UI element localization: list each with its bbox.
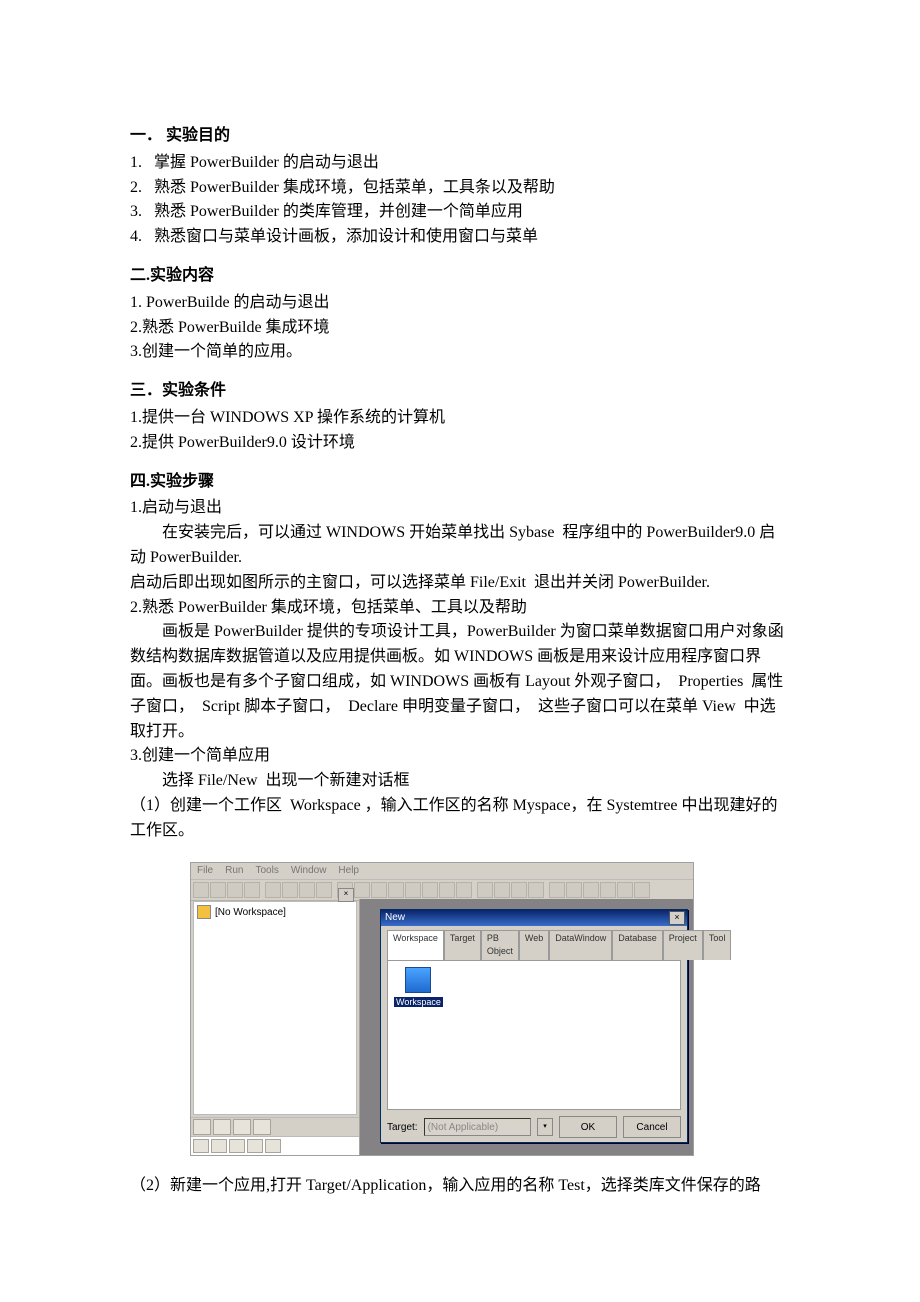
tree-tab[interactable] [233, 1119, 251, 1135]
s1-item-4: 4. 熟悉窗口与菜单设计画板，添加设计和使用窗口与菜单 [130, 225, 790, 250]
toolbar-button[interactable] [405, 882, 421, 898]
toolbar-button[interactable] [528, 882, 544, 898]
screenshot-powerbuilder: File Run Tools Window Help [190, 862, 694, 1156]
toolbar-button[interactable] [282, 882, 298, 898]
output-tab[interactable] [193, 1139, 209, 1153]
target-label: Target: [387, 1120, 418, 1136]
toolbar-button[interactable] [371, 882, 387, 898]
s4-p5: 画板是 PowerBuilder 提供的专项设计工具，PowerBuilder … [130, 620, 790, 744]
s4-p2: 在安装完后，可以通过 WINDOWS 开始菜单找出 Sybase 程序组中的 P… [130, 521, 790, 571]
dialog-target-row: Target: (Not Applicable) ▾ OK Cancel [381, 1110, 687, 1144]
tab-workspace[interactable]: Workspace [387, 930, 444, 961]
target-dropdown-button[interactable]: ▾ [537, 1118, 553, 1136]
target-field-value: (Not Applicable) [428, 1120, 499, 1136]
toolbar-button[interactable] [265, 882, 281, 898]
dialog-close-button[interactable]: × [669, 911, 685, 925]
s2-item-3: 3.创建一个简单的应用。 [130, 340, 790, 365]
output-tab[interactable] [211, 1139, 227, 1153]
tree-item-no-workspace[interactable]: [No Workspace] [197, 905, 353, 921]
s2-item-2: 2.熟悉 PowerBuilde 集成环境 [130, 316, 790, 341]
tab-database[interactable]: Database [612, 930, 663, 961]
document-page: 一． 实验目的 1. 掌握 PowerBuilder 的启动与退出 2. 熟悉 … [0, 0, 920, 1302]
menu-run[interactable]: Run [219, 863, 249, 879]
toolbar-button[interactable] [456, 882, 472, 898]
dialog-icon-area: Workspace [387, 960, 681, 1110]
toolbar-button[interactable] [494, 882, 510, 898]
s3-item-2: 2.提供 PowerBuilder9.0 设计环境 [130, 431, 790, 456]
output-tab[interactable] [247, 1139, 263, 1153]
output-tab[interactable] [265, 1139, 281, 1153]
section-4-heading: 四.实验步骤 [130, 470, 790, 495]
toolbar-button[interactable] [583, 882, 599, 898]
tab-tool[interactable]: Tool [703, 930, 732, 961]
s4-p6: 3.创建一个简单应用 [130, 744, 790, 769]
toolbar-button[interactable] [634, 882, 650, 898]
item-workspace[interactable]: Workspace [394, 967, 442, 1011]
s4-p7: 选择 File/New 出现一个新建对话框 [130, 769, 790, 794]
toolbar-button[interactable] [439, 882, 455, 898]
workspace-icon [197, 905, 211, 919]
tab-pbobject[interactable]: PB Object [481, 930, 519, 961]
s2-item-1: 1. PowerBuilde 的启动与退出 [130, 291, 790, 316]
toolbar-button[interactable] [566, 882, 582, 898]
workspace-large-icon [405, 967, 431, 993]
toolbar-button[interactable] [316, 882, 332, 898]
toolbar-button[interactable] [193, 882, 209, 898]
menu-tools[interactable]: Tools [249, 863, 284, 879]
toolbar-button[interactable] [617, 882, 633, 898]
s4-p1: 1.启动与退出 [130, 496, 790, 521]
s1-item-3: 3. 熟悉 PowerBuilder 的类库管理，并创建一个简单应用 [130, 200, 790, 225]
toolbar-button[interactable] [299, 882, 315, 898]
toolbar-button[interactable] [210, 882, 226, 898]
s4-p3: 启动后即出现如图所示的主窗口，可以选择菜单 File/Exit 退出并关闭 Po… [130, 571, 790, 596]
menu-window[interactable]: Window [285, 863, 333, 879]
toolbar-button[interactable] [477, 882, 493, 898]
toolbar-button[interactable] [422, 882, 438, 898]
menu-file[interactable]: File [191, 863, 219, 879]
tab-project[interactable]: Project [663, 930, 703, 961]
s1-item-1: 1. 掌握 PowerBuilder 的启动与退出 [130, 151, 790, 176]
tab-target[interactable]: Target [444, 930, 481, 961]
output-tabs [191, 1136, 359, 1155]
system-tree-panel: × [No Workspace] [191, 899, 360, 1155]
tab-datawindow[interactable]: DataWindow [549, 930, 612, 961]
cancel-button[interactable]: Cancel [623, 1116, 681, 1138]
tab-web[interactable]: Web [519, 930, 549, 961]
section-1-heading: 一． 实验目的 [130, 124, 790, 149]
menu-help[interactable]: Help [332, 863, 365, 879]
system-tree[interactable]: × [No Workspace] [193, 901, 357, 1115]
tree-tabs [191, 1117, 359, 1136]
dialog-title: New [385, 910, 405, 926]
toolbar-button[interactable] [388, 882, 404, 898]
toolbar-button[interactable] [511, 882, 527, 898]
section-3-heading: 三．实验条件 [130, 379, 790, 404]
s4-p4: 2.熟悉 PowerBuilder 集成环境，包括菜单、工具以及帮助 [130, 596, 790, 621]
item-workspace-label: Workspace [394, 997, 443, 1007]
s3-item-1: 1.提供一台 WINDOWS XP 操作系统的计算机 [130, 406, 790, 431]
tree-item-label: [No Workspace] [215, 905, 286, 921]
panel-close-icon[interactable]: × [338, 888, 354, 902]
dialog-tabs: Workspace Target PB Object Web DataWindo… [381, 926, 687, 961]
output-tab[interactable] [229, 1139, 245, 1153]
menubar: File Run Tools Window Help [191, 863, 693, 880]
section-2-heading: 二.实验内容 [130, 264, 790, 289]
toolbar-button[interactable] [244, 882, 260, 898]
dialog-titlebar: New × [381, 910, 687, 926]
toolbar-button[interactable] [600, 882, 616, 898]
s4-p9: （2）新建一个应用,打开 Target/Application，输入应用的名称 … [130, 1174, 790, 1199]
toolbar-button[interactable] [549, 882, 565, 898]
s1-item-2: 2. 熟悉 PowerBuilder 集成环境，包括菜单，工具条以及帮助 [130, 176, 790, 201]
toolbar-button[interactable] [227, 882, 243, 898]
tree-tab[interactable] [213, 1119, 231, 1135]
tree-tab[interactable] [253, 1119, 271, 1135]
dialog-new: New × Workspace Target PB Object Web Dat… [380, 909, 688, 1143]
toolbar [191, 880, 693, 901]
ok-button[interactable]: OK [559, 1116, 617, 1138]
toolbar-button[interactable] [354, 882, 370, 898]
mdi-canvas: New × Workspace Target PB Object Web Dat… [360, 899, 693, 1155]
tree-tab[interactable] [193, 1119, 211, 1135]
target-field[interactable]: (Not Applicable) [424, 1118, 531, 1136]
s4-p8: （1）创建一个工作区 Workspace ，输入工作区的名称 Myspace，在… [130, 794, 790, 844]
